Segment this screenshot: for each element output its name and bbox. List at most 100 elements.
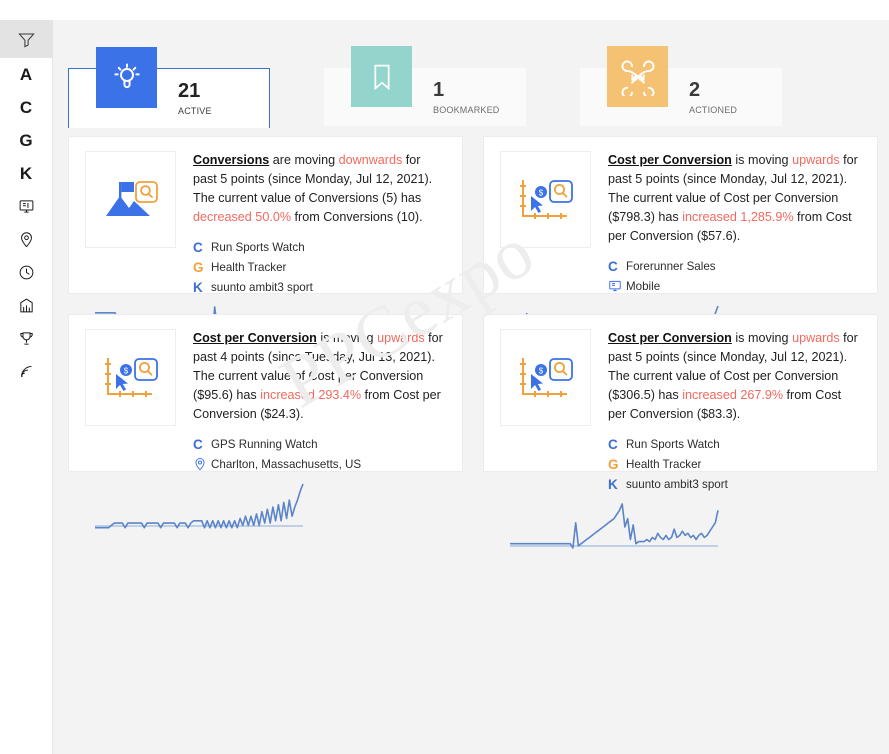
sparkline-chart — [85, 480, 446, 534]
mountain-flag-search-icon[interactable] — [85, 151, 176, 248]
insight-tag-label: Forerunner Sales — [626, 259, 716, 273]
insight-card[interactable]: $ Cost per Conversion is moving upwards … — [483, 314, 878, 549]
app-root: A C G K PPCexpo 21 active 1 bookmarked 2… — [0, 0, 889, 754]
bar-chart-icon — [18, 297, 35, 314]
location-pin-icon — [193, 457, 211, 471]
insight-text-fragment: from Conversions (10). — [291, 210, 423, 224]
insight-tag-label: Health Tracker — [211, 260, 287, 274]
stat-label: Active — [178, 103, 212, 117]
top-bar — [0, 0, 889, 20]
insight-trend-value: upwards — [792, 331, 840, 345]
insight-tag[interactable]: Charlton, Massachusetts, US — [193, 454, 446, 474]
insight-tag-label: suunto ambit3 sport — [626, 477, 728, 491]
insight-text-fragment: is moving — [316, 331, 378, 345]
tag-letter-k-icon: K — [193, 279, 203, 295]
svg-text:$: $ — [123, 367, 128, 376]
card-body: Conversions are moving downwards for pas… — [193, 151, 446, 297]
stat-spacer — [526, 42, 580, 136]
insight-trend-value: upwards — [377, 331, 425, 345]
insight-metric-name[interactable]: Cost per Conversion — [608, 331, 732, 345]
insight-tag-label: Run Sports Watch — [211, 240, 305, 254]
insight-text-fragment: is moving — [731, 331, 793, 345]
insight-tag-label: Mobile — [626, 279, 661, 293]
insight-card[interactable]: Conversions are moving downwards for pas… — [68, 136, 463, 395]
insight-tag[interactable]: C GPS Running Watch — [193, 434, 446, 454]
sparkline-svg — [510, 503, 719, 549]
location-pin-icon — [18, 231, 35, 248]
insight-tag[interactable]: K suunto ambit3 sport — [193, 277, 446, 297]
sidebar-item-device[interactable] — [0, 190, 53, 223]
insight-trend-value: increased 1,285.9% — [682, 210, 794, 224]
card-header: Conversions are moving downwards for pas… — [85, 151, 446, 297]
insight-tag-list: C Run Sports Watch G Health Tracker K su… — [193, 237, 446, 297]
lightbulb-icon — [96, 47, 157, 108]
bookmark-icon — [351, 46, 412, 107]
stat-tile-active[interactable]: 21 Active — [68, 47, 270, 128]
insight-tag[interactable]: G Health Tracker — [608, 454, 861, 474]
axis-cursor-search-icon[interactable]: $ — [85, 329, 176, 426]
card-body: Cost per Conversion is moving upwards fo… — [608, 329, 861, 494]
main-content: PPCexpo 21 Active — [53, 20, 889, 754]
tag-letter-k-icon: K — [608, 476, 618, 492]
insight-tag[interactable]: C Run Sports Watch — [608, 434, 861, 454]
insight-metric-name[interactable]: Cost per Conversion — [193, 331, 317, 345]
insight-trend-value: upwards — [792, 153, 840, 167]
sidebar-item-location[interactable] — [0, 223, 53, 256]
svg-text:$: $ — [538, 367, 543, 376]
sidebar-item-a[interactable]: A — [0, 58, 53, 91]
sidebar-item-label: K — [19, 163, 33, 183]
svg-text:$: $ — [538, 189, 543, 198]
sparkline-chart — [500, 500, 861, 554]
axis-cursor-search-icon[interactable]: $ — [500, 151, 591, 248]
insight-tag[interactable]: Mobile — [608, 276, 861, 296]
stat-tile-actioned[interactable]: 2 Actioned — [580, 46, 782, 126]
sidebar-item-g[interactable]: G — [0, 124, 53, 157]
stat-spacer — [270, 42, 324, 136]
insight-card[interactable]: $ Cost per Conversion is moving upwards … — [68, 314, 463, 529]
insight-description: Cost per Conversion is moving upwards fo… — [193, 329, 446, 424]
insight-tag-list: C Forerunner Sales Mobile — [608, 256, 861, 296]
insight-trend-value: decreased 50.0% — [193, 210, 292, 224]
insight-description: Cost per Conversion is moving upwards fo… — [608, 329, 861, 424]
insight-card[interactable]: $ Cost per Conversion is moving upwards … — [483, 136, 878, 349]
stat-label: Bookmarked — [433, 101, 500, 116]
stat-count: 2 — [689, 78, 701, 101]
tag-letter-c-icon: C — [608, 436, 618, 452]
sidebar-item-k[interactable]: K — [0, 157, 53, 190]
stat-tile-bookmarked[interactable]: 1 Bookmarked — [324, 46, 526, 126]
stat-label: Actioned — [689, 101, 738, 116]
sidebar: A C G K — [0, 20, 53, 754]
sidebar-item-performance[interactable] — [0, 289, 53, 322]
insight-tag[interactable]: G Health Tracker — [193, 257, 446, 277]
monitor-icon — [608, 279, 626, 293]
stat-count: 1 — [433, 78, 445, 101]
insight-tag[interactable]: K suunto ambit3 sport — [608, 474, 861, 494]
insight-trend-value: increased 267.9% — [682, 388, 784, 402]
sidebar-item-label: C — [19, 97, 33, 117]
trophy-icon — [18, 330, 35, 347]
sidebar-item-time[interactable] — [0, 256, 53, 289]
insight-trend-value: downwards — [338, 153, 403, 167]
sidebar-item-label: G — [19, 130, 33, 150]
insight-tag-list: C GPS Running Watch Charlton, Massachuse… — [193, 434, 446, 474]
insight-tag[interactable]: C Run Sports Watch — [193, 237, 446, 257]
sidebar-item-c[interactable]: C — [0, 91, 53, 124]
insight-tag-label: Health Tracker — [626, 457, 702, 471]
tag-letter-c-icon: C — [193, 239, 203, 255]
sidebar-item-awards[interactable] — [0, 322, 53, 355]
axis-cursor-search-icon[interactable]: $ — [500, 329, 591, 426]
stat-count: 21 — [178, 80, 201, 102]
insight-metric-name[interactable]: Cost per Conversion — [608, 153, 732, 167]
sidebar-item-feed[interactable] — [0, 355, 53, 388]
tag-letter-g-icon: G — [608, 456, 619, 472]
insight-tag-label: suunto ambit3 sport — [211, 280, 313, 294]
insight-metric-name[interactable]: Conversions — [193, 153, 269, 167]
filter-icon[interactable] — [0, 20, 53, 58]
tag-letter-g-icon: G — [193, 259, 204, 275]
insight-tag-label: Run Sports Watch — [626, 437, 720, 451]
stats-bar: 21 Active 1 Bookmarked — [68, 42, 878, 136]
insight-tag[interactable]: C Forerunner Sales — [608, 256, 861, 276]
card-body: Cost per Conversion is moving upwards fo… — [608, 151, 861, 296]
sparkline-svg — [95, 483, 304, 529]
card-header: $ Cost per Conversion is moving upwards … — [500, 151, 861, 296]
